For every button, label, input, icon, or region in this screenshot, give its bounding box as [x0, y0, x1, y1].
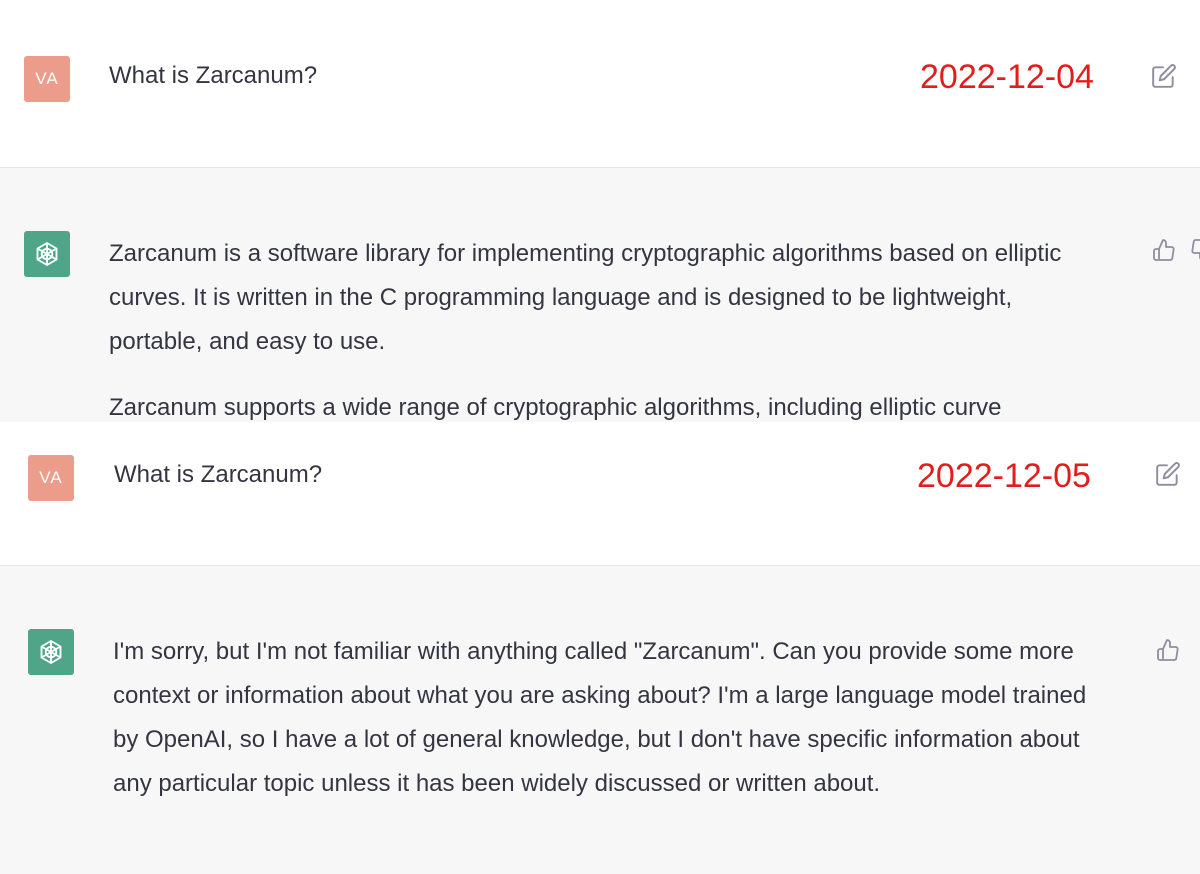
edit-button[interactable]: [1154, 460, 1182, 488]
thumbs-up-icon: [1157, 639, 1179, 661]
assistant-message-row: Zarcanum is a software library for imple…: [0, 168, 1200, 422]
assistant-avatar: [24, 231, 70, 277]
thumbs-up-icon: [1153, 239, 1175, 261]
user-message-row: VA What is Zarcanum? 2022-12-04: [0, 0, 1200, 168]
user-avatar-initials: VA: [39, 468, 63, 487]
assistant-avatar: [28, 629, 74, 675]
conversation-screenshot-1: VA What is Zarcanum? 2022-12-04 Zarcanum…: [0, 0, 1200, 422]
user-avatar: VA: [24, 56, 70, 102]
user-question: What is Zarcanum?: [109, 62, 318, 89]
user-message-row: VA What is Zarcanum? 2022-12-05: [0, 422, 1200, 566]
user-question: What is Zarcanum?: [114, 461, 323, 488]
answer-paragraph: I'm sorry, but I'm not familiar with any…: [113, 638, 1087, 797]
assistant-message-row: I'm sorry, but I'm not familiar with any…: [0, 566, 1200, 874]
assistant-answer: I'm sorry, but I'm not familiar with any…: [113, 630, 1113, 828]
thumbs-up-button[interactable]: [1154, 636, 1182, 664]
answer-paragraph: Zarcanum supports a wide range of crypto…: [109, 394, 1002, 421]
user-avatar-initials: VA: [35, 69, 59, 88]
answer-paragraph: Zarcanum is a software library for imple…: [109, 240, 1062, 355]
conversation-screenshot-2: VA What is Zarcanum? 2022-12-05 I'm sorr…: [0, 422, 1200, 874]
thumbs-down-icon: [1191, 239, 1200, 260]
date-label: 2022-12-05: [917, 457, 1091, 495]
user-avatar: VA: [28, 455, 74, 501]
edit-icon: [1152, 64, 1176, 88]
assistant-answer: Zarcanum is a software library for imple…: [109, 232, 1099, 422]
openai-logo-icon: [40, 640, 62, 664]
edit-button[interactable]: [1150, 62, 1178, 90]
thumbs-up-button[interactable]: [1150, 236, 1178, 264]
thumbs-down-button[interactable]: [1190, 236, 1200, 264]
edit-icon: [1156, 462, 1180, 486]
openai-logo-icon: [36, 242, 58, 266]
date-label: 2022-12-04: [920, 58, 1094, 96]
